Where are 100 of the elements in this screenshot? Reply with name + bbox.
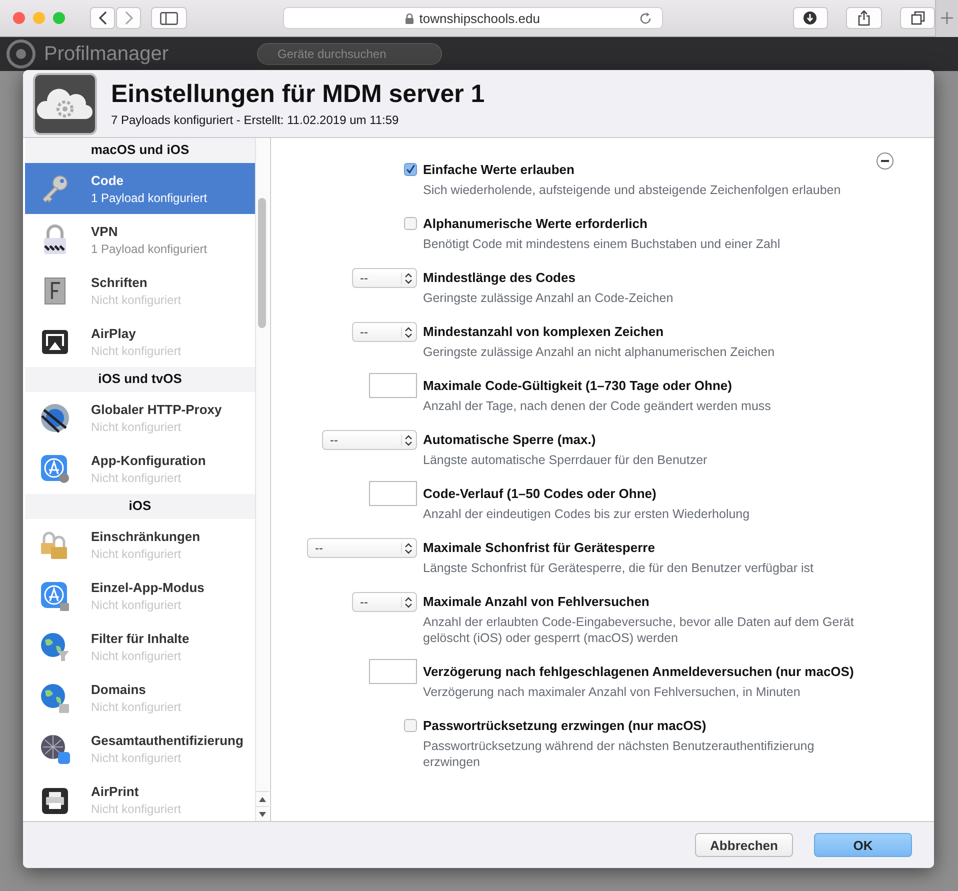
chevron-left-icon (98, 11, 108, 25)
cancel-button[interactable]: Abbrechen (695, 833, 793, 857)
payload-status: Nicht konfiguriert (91, 292, 182, 306)
payload-status: Nicht konfiguriert (91, 700, 182, 714)
number-field[interactable] (369, 373, 417, 398)
dialog-subtitle: 7 Payloads konfiguriert - Erstellt: 11.02.2019 um 11:59 (111, 113, 400, 127)
checkbox[interactable] (404, 719, 417, 732)
share-icon (856, 10, 871, 26)
payload-status: 1 Payload konfiguriert (91, 242, 208, 256)
dropdown[interactable]: -- (307, 538, 417, 558)
setting-label: Automatische Sperre (max.) (423, 432, 597, 447)
payload-status: Nicht konfiguriert (91, 598, 182, 612)
sidebar-button[interactable] (151, 7, 187, 29)
payload-status: Nicht konfiguriert (91, 546, 182, 560)
download-button[interactable] (792, 7, 828, 29)
payload-item[interactable]: Code 1 Payload konfiguriert (25, 163, 255, 214)
remove-icon[interactable] (876, 152, 894, 170)
payload-status: Nicht konfiguriert (91, 420, 182, 434)
app-store-lock-icon (39, 580, 71, 612)
payload-name: AirPlay (91, 326, 137, 340)
search-field[interactable]: Geräte durchsuchen (256, 43, 442, 65)
scrollbar[interactable] (255, 138, 269, 821)
payload-name: VPN (91, 224, 119, 238)
setting-description: Längste Schonfrist für Gerätesperre, die für den Benutzer verfügbar ist (423, 560, 814, 576)
setting-label: Verzögerung nach fehlgeschlagenen Anmeldeversuchen (nur macOS) (423, 664, 855, 679)
payload-item[interactable]: Domains Nicht konfiguriert (25, 672, 255, 723)
payload-item[interactable]: Einschränkungen Nicht konfiguriert (25, 519, 255, 570)
globe-icon (39, 402, 71, 434)
globe-lock-icon (39, 682, 71, 714)
setting-description: Verzögerung nach maximaler Anzahl von Fehlversuchen, in Minuten (423, 684, 802, 700)
tabs-icon (910, 11, 925, 25)
setting-label: Passwortrücksetzung erzwingen (nur macOS) (423, 718, 708, 733)
setting-label: Maximale Anzahl von Fehlversuchen (423, 594, 650, 609)
share-button[interactable] (846, 7, 882, 29)
setting-label: Maximale Schonfrist für Gerätesperre (423, 540, 656, 555)
setting-description: Anzahl der eindeutigen Codes bis zur ersten Wiederholung (423, 506, 751, 522)
setting-description: Geringste zulässige Anzahl an nicht alphanumerischen Zeichen (423, 344, 776, 360)
number-field[interactable] (369, 481, 417, 506)
triangle-up-icon (259, 796, 266, 802)
tabs-button[interactable] (900, 7, 936, 29)
plus-icon (941, 12, 954, 24)
payload-status: Nicht konfiguriert (91, 802, 182, 816)
scroll-thumb[interactable] (258, 198, 266, 328)
setting-label: Alphanumerische Werte erforderlich (423, 216, 648, 231)
setting-description: Anzahl der Tage, nach denen der Code geändert werden muss (423, 398, 772, 414)
setting-description: Anzahl der erlaubten Code-Eingabeversuche, bevor alle Daten auf dem Gerät gelöscht (iOS) oder gesperrt (macOS) werden (423, 614, 855, 646)
payload-status: Nicht konfiguriert (91, 470, 182, 484)
zoom-button[interactable] (53, 12, 65, 24)
dropdown[interactable]: -- (322, 430, 417, 450)
payload-status: Nicht konfiguriert (91, 344, 182, 358)
checkbox[interactable] (404, 163, 417, 176)
address-bar[interactable]: townshipschools.edu (282, 7, 663, 29)
setting-label: Einfache Werte erlauben (423, 162, 576, 177)
dropdown[interactable]: -- (352, 268, 417, 288)
setting-label: Code-Verlauf (1–50 Codes oder Ohne) (423, 486, 658, 501)
checkbox[interactable] (404, 217, 417, 230)
close-button[interactable] (13, 12, 25, 24)
payload-item[interactable]: Schriften Nicht konfiguriert (25, 265, 255, 316)
section-header: iOS und tvOS (25, 367, 255, 392)
payload-item[interactable]: Gesamtauthentifizierung Nicht konfiguriert (25, 723, 255, 774)
payload-item[interactable]: Globaler HTTP-Proxy Nicht konfiguriert (25, 392, 255, 443)
payload-name: AirPrint (91, 784, 140, 798)
setting-description: Geringste zulässige Anzahl an Code-Zeichen (423, 290, 674, 306)
payload-status: Nicht konfiguriert (91, 750, 182, 764)
back-button[interactable] (90, 7, 115, 29)
payload-name: Globaler HTTP-Proxy (91, 402, 222, 416)
app-title: Profilmanager (44, 42, 169, 66)
sidebar-icon (160, 12, 178, 24)
payload-item[interactable]: App-Konfiguration Nicht konfiguriert (25, 443, 255, 494)
up-down-icon (401, 326, 412, 338)
setting-label: Maximale Code-Gültigkeit (1–730 Tage oder Ohne) (423, 378, 733, 393)
network-globe-icon (39, 732, 71, 764)
reload-icon[interactable] (638, 12, 652, 25)
up-down-icon (401, 542, 412, 554)
up-down-icon (401, 596, 412, 608)
payload-name: Filter für Inhalte (91, 630, 190, 646)
payload-name: App-Konfiguration (91, 452, 206, 468)
payload-item[interactable]: VPN 1 Payload konfiguriert (25, 214, 255, 265)
payload-item[interactable]: AirPrint Nicht konfiguriert (25, 774, 255, 821)
chevron-right-icon (124, 11, 134, 25)
payload-item[interactable]: Einzel-App-Modus Nicht konfiguriert (25, 570, 255, 621)
number-field[interactable] (369, 659, 417, 684)
up-down-icon (401, 434, 412, 446)
payload-item[interactable]: Filter für Inhalte Nicht konfiguriert (25, 621, 255, 672)
setting-description: Sich wiederholende, aufsteigende und absteigende Zeichenfolgen erlauben (423, 182, 842, 198)
app-store-icon (39, 452, 71, 484)
dropdown[interactable]: -- (352, 592, 417, 612)
payload-item[interactable]: AirPlay Nicht konfiguriert (25, 316, 255, 367)
setting-description: Benötigt Code mit mindestens einem Buchstaben und einer Zahl (423, 236, 782, 252)
payload-name: Code (91, 172, 124, 188)
payload-name: Domains (91, 682, 147, 696)
ok-button[interactable]: OK (814, 833, 912, 857)
payload-name: Schriften (91, 274, 148, 290)
cloud-gear-icon (33, 72, 97, 134)
payload-name: Gesamtauthentifizierung (91, 732, 244, 748)
payload-name: Einschränkungen (91, 528, 200, 544)
dropdown[interactable]: -- (352, 322, 417, 342)
triangle-down-icon (259, 812, 266, 816)
dialog-title: Einstellungen für MDM server 1 (111, 80, 485, 109)
setting-description: Längste automatische Sperrdauer für den Benutzer (423, 452, 708, 468)
